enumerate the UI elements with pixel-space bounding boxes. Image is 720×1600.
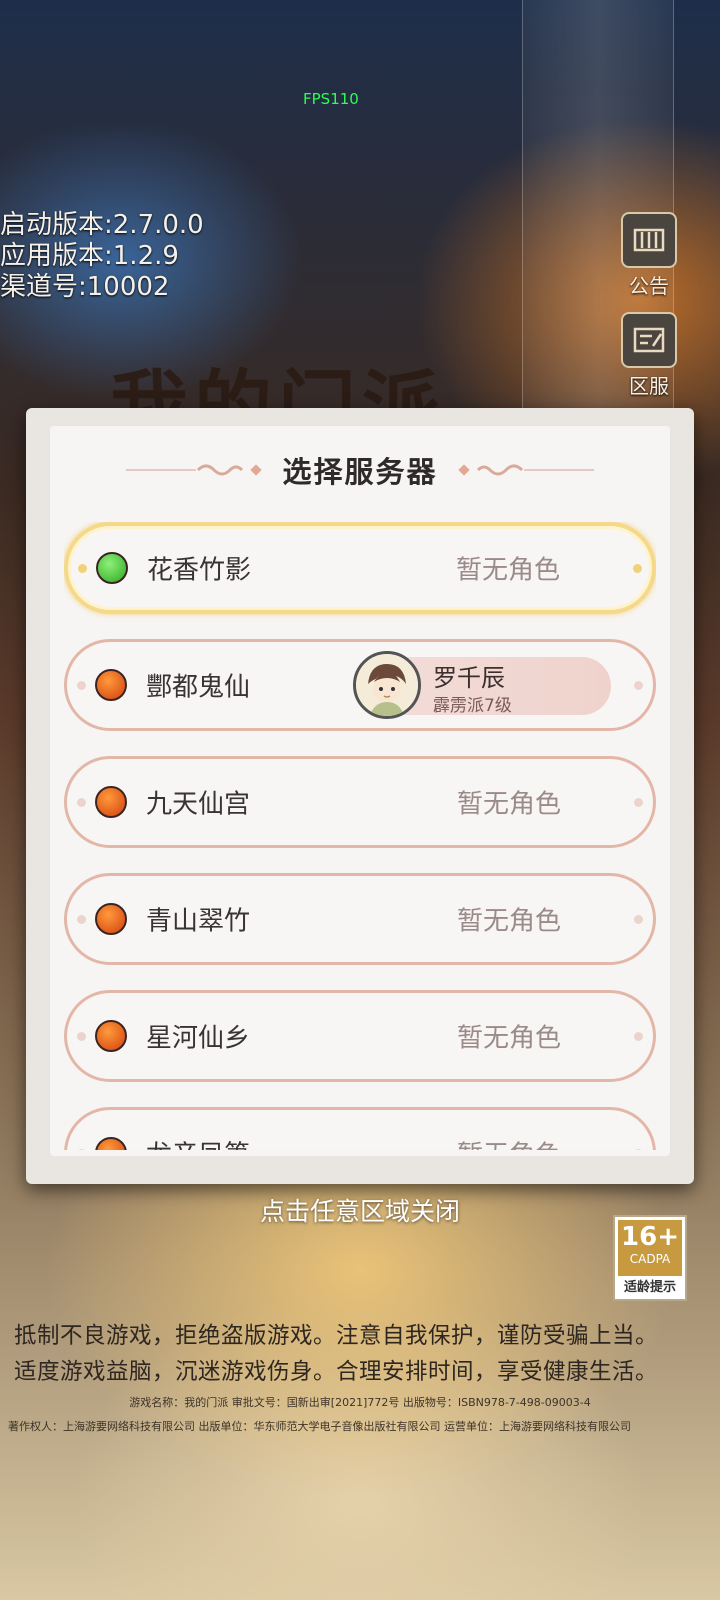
channel-number: 渠道号:10002 [0,272,170,302]
server-icon [621,312,677,368]
server-name: 花香竹影 [147,555,252,586]
row-endcap [77,1032,86,1041]
row-endcap [634,681,643,690]
close-hint[interactable]: 点击任意区域关闭 [0,1192,720,1228]
server-role-status: 暂无角色 [455,555,560,586]
server-row[interactable]: 星河仙乡 暂无角色 [64,990,656,1082]
health-notice: 抵制不良游戏，拒绝盗版游戏。注意自我保护，谨防受骗上当。 适度游戏益脑，沉迷游戏… [14,1318,714,1390]
title-ornament-left [126,460,266,480]
health-notice-line: 抵制不良游戏，拒绝盗版游戏。注意自我保护，谨防受骗上当。 [14,1323,659,1349]
row-endcap [634,1032,643,1041]
row-endcap [77,798,86,807]
server-list[interactable]: 花香竹影 暂无角色 酆都鬼仙 罗千辰 霹雳派7级 九天仙宫 暂无角色 青山翠竹 … [64,522,656,1150]
server-role-status: 暂无角色 [456,906,561,937]
server-role-status: 暂无角色 [456,1023,561,1054]
server-role-status: 暂无角色 [456,789,561,820]
dialog-header: 选择服务器 [50,450,670,490]
character-level: 霹雳派7级 [433,696,512,716]
row-endcap [77,1149,86,1150]
announcement-label: 公告 [629,274,669,298]
server-role-status: 暂无角色 [457,1135,561,1151]
server-name: 九天仙宫 [146,789,251,820]
server-zone-button[interactable]: 区服 [614,312,684,399]
app-version: 应用版本:1.2.9 [0,241,179,271]
character-avatar [353,651,421,719]
title-ornament-right [454,460,594,480]
dialog-panel: 选择服务器 花香竹影 暂无角色 酆都鬼仙 罗千辰 霹雳派7级 九天仙宫 暂无角色… [50,426,670,1156]
legal-info-line: 游戏名称：我的门派 审批文号：国新出审[2021]772号 出版物号：ISBN9… [129,1396,591,1409]
row-endcap [634,1149,643,1150]
server-name: 青山翠竹 [146,906,251,937]
server-status-dot-online [96,552,128,584]
server-status-dot-busy [95,903,127,935]
server-row[interactable]: 青山翠竹 暂无角色 [64,873,656,965]
legal-info-line: 著作权人：上海游要网络科技有限公司 出版单位：华东师范大学电子音像出版社有限公司… [8,1420,631,1433]
server-status-dot-busy [95,786,127,818]
character-name: 罗千辰 [433,664,505,692]
age-rating-number: 16+ [621,1222,679,1252]
server-name: 星河仙乡 [146,1023,251,1054]
server-status-dot-busy [95,669,127,701]
age-rating-badge[interactable]: 16+ CADPA 适龄提示 [613,1215,687,1301]
server-row[interactable]: 九天仙宫 暂无角色 [64,756,656,848]
age-rating-tip: 适龄提示 [623,1280,676,1295]
row-endcap [633,564,642,573]
row-endcap [634,915,643,924]
row-endcap [78,564,87,573]
row-endcap [77,681,86,690]
server-status-dot-busy [95,1020,127,1052]
dialog-title: 选择服务器 [282,455,438,489]
server-status-dot-busy [95,1137,127,1150]
row-endcap [77,915,86,924]
announcement-icon [621,212,677,268]
age-rating-org: CADPA [629,1252,671,1266]
age-rating-top: 16+ CADPA [618,1220,682,1276]
health-notice-line: 适度游戏益脑，沉迷游戏伤身。合理安排时间，享受健康生活。 [14,1359,659,1385]
launcher-version: 启动版本:2.7.0.0 [0,210,204,240]
server-name: 酆都鬼仙 [146,672,251,703]
server-row[interactable]: 龙音凤箫 暂无角色 [64,1107,656,1150]
server-row[interactable]: 酆都鬼仙 罗千辰 霹雳派7级 [64,639,656,731]
server-zone-label: 区服 [629,374,669,398]
announcement-button[interactable]: 公告 [614,212,684,299]
fps-counter: FPS110 [303,90,359,108]
server-select-dialog: 选择服务器 花香竹影 暂无角色 酆都鬼仙 罗千辰 霹雳派7级 九天仙宫 暂无角色… [26,408,694,1184]
version-info: 启动版本:2.7.0.0 应用版本:1.2.9 渠道号:10002 [0,210,204,303]
server-row-selected[interactable]: 花香竹影 暂无角色 [64,522,656,614]
row-endcap [634,798,643,807]
server-name: 龙音凤箫 [146,1135,250,1151]
